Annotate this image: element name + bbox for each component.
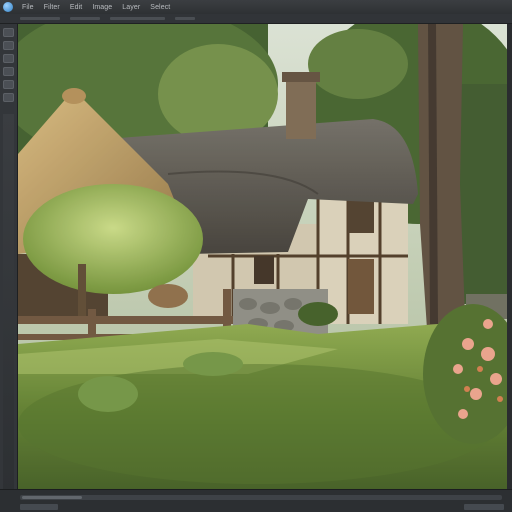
- document-tab[interactable]: [464, 504, 504, 510]
- menu-edit[interactable]: Edit: [70, 4, 82, 11]
- option-control[interactable]: [70, 17, 100, 20]
- document-tab[interactable]: [20, 504, 58, 510]
- lasso-tool-icon[interactable]: [3, 54, 14, 63]
- option-control[interactable]: [20, 17, 60, 20]
- tool-palette-body: [3, 114, 14, 494]
- menu-filter[interactable]: Filter: [44, 4, 60, 11]
- menu-layer[interactable]: Layer: [122, 4, 140, 11]
- tool-palette: [0, 24, 18, 504]
- menu-select[interactable]: Select: [150, 4, 170, 11]
- marquee-tool-icon[interactable]: [3, 41, 14, 50]
- horizontal-scrollbar[interactable]: [20, 495, 502, 500]
- option-control[interactable]: [110, 17, 165, 20]
- brush-tool-icon[interactable]: [3, 80, 14, 89]
- menu-file[interactable]: File: [22, 4, 34, 11]
- cottage-image: [18, 24, 507, 490]
- option-control[interactable]: [175, 17, 195, 20]
- right-edge-scrollbar[interactable]: [507, 24, 512, 494]
- scrollbar-thumb[interactable]: [22, 496, 82, 499]
- move-tool-icon[interactable]: [3, 28, 14, 37]
- menu-image[interactable]: Image: [92, 4, 112, 11]
- options-bar: [0, 14, 512, 24]
- crop-tool-icon[interactable]: [3, 67, 14, 76]
- image-canvas[interactable]: [18, 24, 507, 490]
- app-logo-icon[interactable]: [3, 2, 13, 12]
- status-bar: [0, 489, 512, 512]
- eraser-tool-icon[interactable]: [3, 93, 14, 102]
- menu-bar: File Filter Edit Image Layer Select: [0, 0, 512, 15]
